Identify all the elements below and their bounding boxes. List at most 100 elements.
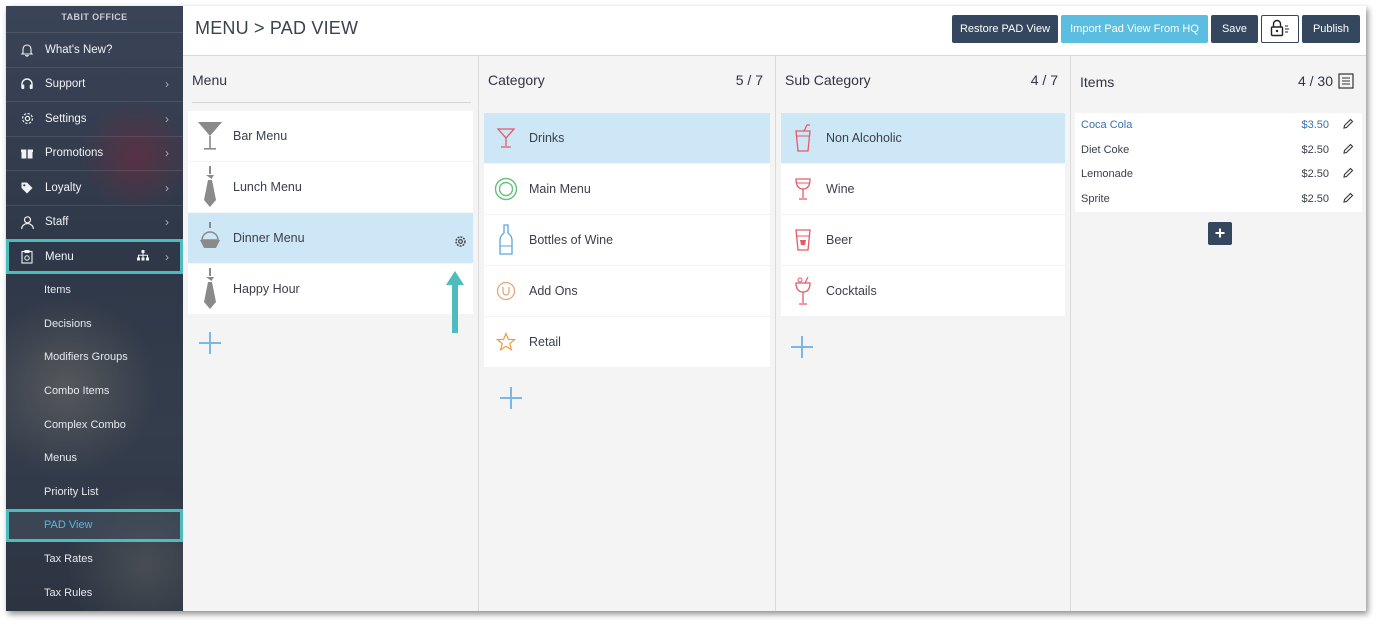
add-menu-button[interactable] [198,331,222,355]
items-column: Items 4 / 30 Coca Cola $3.50 Diet Coke $… [1071,56,1366,611]
item-row-diet-coke[interactable]: Diet Coke $2.50 [1075,138,1362,163]
subcategory-column: Sub Category 4 / 7 Non Alcoholic Wine Be… [776,56,1071,611]
category-row-drinks[interactable]: Drinks [484,113,770,163]
submenu-item-modifiers-groups[interactable]: Modifiers Groups [6,341,183,375]
submenu-item-menus[interactable]: Menus [6,441,183,475]
sidebar-item-promotions[interactable]: Promotions › [6,135,183,171]
category-column: Category 5 / 7 Drinks Main Menu Bottles … [479,56,776,611]
import-pad-view-button[interactable]: Import Pad View From HQ [1061,15,1208,43]
menu-row-label: Dinner Menu [233,231,305,245]
chevron-right-icon: › [165,249,169,264]
subcategory-row-beer[interactable]: Beer [781,215,1065,265]
items-column-header: Items 4 / 30 [1071,56,1366,104]
submenu-item-combo-items[interactable]: Combo Items [6,374,183,408]
category-row-label: Retail [529,335,561,349]
column-title: Items [1080,74,1115,90]
u-circle-icon [489,281,523,301]
clipboard-icon [19,249,35,265]
pencil-icon[interactable] [1342,167,1354,182]
sidebar-item-loyalty[interactable]: Loyalty › [6,170,183,205]
menu-row-happy-hour[interactable]: Happy Hour [188,264,473,314]
item-price: $2.50 [1301,168,1329,180]
item-price: $2.50 [1301,192,1329,205]
sidebar-item-staff[interactable]: Staff › [6,204,183,240]
subcategory-row-label: Wine [826,182,855,196]
breadcrumb: MENU > PAD VIEW [195,18,359,38]
sidebar-item-settings[interactable]: Settings › [6,101,183,136]
submenu-item-priority-list[interactable]: Priority List [6,475,183,509]
menu-row-label: Happy Hour [233,282,300,296]
subcategory-row-cocktails[interactable]: Cocktails [781,266,1065,316]
martini-glass-icon [193,120,227,152]
pencil-icon[interactable] [1342,192,1354,207]
chevron-right-icon: › [165,215,169,230]
list-view-icon[interactable] [1338,73,1354,94]
chevron-right-icon: › [165,146,169,161]
star-icon [489,332,523,352]
item-price: $3.50 [1301,119,1329,131]
chevron-right-icon: › [165,111,169,126]
pencil-icon[interactable] [1342,118,1354,133]
gift-icon [19,145,35,161]
item-row-lemonade[interactable]: Lemonade $2.50 [1075,162,1362,187]
menu-row-lunch-menu[interactable]: Lunch Menu [188,162,473,212]
item-name: Diet Coke [1081,143,1130,156]
item-row-coca-cola[interactable]: Coca Cola $3.50 [1075,113,1362,138]
chevron-right-icon: › [165,77,169,92]
plate-icon [489,177,523,201]
category-row-retail[interactable]: Retail [484,317,770,367]
submenu-item-decisions[interactable]: Decisions [6,307,183,341]
category-row-label: Main Menu [529,182,591,196]
chevron-right-icon: › [165,180,169,195]
sidebar-item-whats-new[interactable]: What's New? [6,32,183,67]
bell-icon [19,42,35,58]
submenu-item-tax-rates[interactable]: Tax Rates [6,542,183,576]
category-column-header: Category 5 / 7 [479,56,775,104]
subcategory-row-label: Non Alcoholic [826,131,902,145]
wine-glass-icon [786,177,820,201]
category-count: 5 / 7 [735,72,763,88]
column-title: Category [488,72,545,88]
item-price: $2.50 [1301,143,1329,156]
submenu-item-complex-combo[interactable]: Complex Combo [6,408,183,442]
submenu-item-pad-view[interactable]: PAD View [6,508,183,543]
subcategory-row-label: Beer [826,233,853,247]
gear-icon[interactable] [454,235,467,251]
submenu-item-tax-rules[interactable]: Tax Rules [6,576,183,610]
lock-button[interactable] [1261,15,1299,43]
category-row-add-ons[interactable]: Add Ons [484,266,770,316]
submenu-item-items[interactable]: Items [6,274,183,308]
subcategory-row-label: Cocktails [826,284,877,298]
beer-glass-icon [786,228,820,252]
category-row-bottles-of-wine[interactable]: Bottles of Wine [484,215,770,265]
menu-row-label: Bar Menu [233,129,288,143]
subcategory-row-non-alcoholic[interactable]: Non Alcoholic [781,113,1065,163]
headset-icon [19,76,35,92]
tie-icon [193,166,227,208]
add-category-button[interactable] [499,386,523,410]
restore-pad-view-button[interactable]: Restore PAD View [952,15,1058,43]
category-row-main-menu[interactable]: Main Menu [484,164,770,214]
sidebar-item-support[interactable]: Support › [6,66,183,102]
publish-button[interactable]: Publish [1302,15,1360,43]
column-title: Sub Category [785,72,871,88]
hierarchy-icon[interactable] [137,249,149,264]
save-button[interactable]: Save [1211,15,1258,43]
pencil-icon[interactable] [1342,143,1354,158]
menu-row-dinner-menu[interactable]: Dinner Menu [188,213,473,263]
sidebar-item-menu[interactable]: Menu › [6,239,183,274]
item-row-sprite[interactable]: Sprite $2.50 [1075,187,1362,212]
subcategory-row-wine[interactable]: Wine [781,164,1065,214]
menu-row-bar-menu[interactable]: Bar Menu [188,111,473,161]
category-row-label: Bottles of Wine [529,233,614,247]
top-bar: MENU > PAD VIEW Restore PAD View Import … [183,6,1366,56]
sidebar-item-label: Loyalty [45,181,82,194]
add-subcategory-button[interactable] [790,335,814,359]
column-title: Menu [192,72,228,88]
subcategory-column-header: Sub Category 4 / 7 [776,56,1070,104]
add-item-button[interactable] [1208,222,1232,245]
person-icon [19,214,35,230]
arrow-up-icon [445,271,465,338]
menu-column: Menu Bar Menu Lunch Menu Dinner Menu Hap… [183,56,479,611]
item-name: Coca Cola [1081,119,1133,131]
